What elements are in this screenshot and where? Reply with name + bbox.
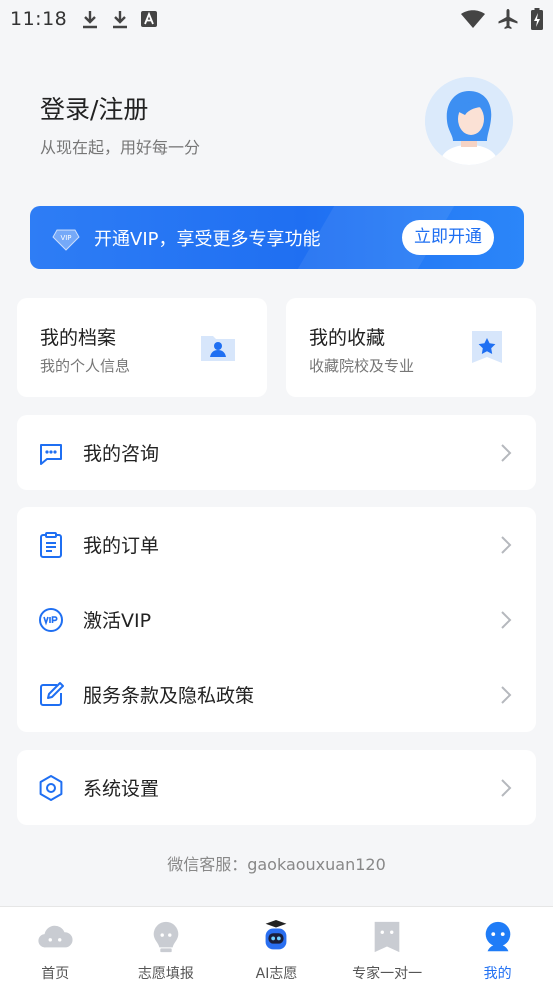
battery-icon (531, 8, 543, 30)
status-time: 11:18 (10, 8, 68, 30)
vip-banner-text: 开通VIP，享受更多专享功能 (94, 228, 321, 250)
avatar[interactable] (425, 77, 513, 165)
menu-label-consult: 我的咨询 (83, 443, 160, 465)
tab-label-ai-volunteer: AI志愿 (255, 966, 298, 982)
avatar-icon (425, 77, 513, 165)
menu-item-activate-vip[interactable]: 激活VIP (17, 582, 536, 657)
tab-home[interactable]: 首页 (0, 907, 111, 983)
chat-icon (40, 443, 62, 465)
font-icon (141, 11, 158, 27)
menu-label-settings: 系统设置 (83, 778, 160, 800)
tab-label-volunteer: 志愿填报 (137, 966, 194, 982)
vip-banner[interactable]: VIP 开通VIP，享受更多专享功能 立即开通 (30, 206, 524, 269)
svg-text:VIP: VIP (60, 234, 71, 242)
tab-label-expert: 专家一对一 (352, 966, 423, 982)
open-vip-button[interactable]: 立即开通 (402, 220, 494, 255)
tab-ai-volunteer[interactable]: AI志愿 (221, 907, 332, 983)
tab-mine[interactable]: 我的 (442, 907, 553, 983)
chevron-right-icon (501, 778, 512, 797)
clipboard-icon (40, 531, 62, 558)
menu-label-activate-vip: 激活VIP (83, 610, 152, 632)
status-bar: 11:18 (0, 0, 553, 38)
menu-item-terms[interactable]: 服务条款及隐私政策 (17, 657, 536, 732)
login-subtitle: 从现在起，用好每一分 (40, 138, 201, 157)
my-favorites-subtitle: 收藏院校及专业 (309, 357, 415, 375)
tab-volunteer[interactable]: 志愿填报 (111, 907, 222, 983)
menu-label-terms: 服务条款及隐私政策 (83, 685, 255, 707)
login-section[interactable]: 登录/注册 从现在起，用好每一分 (40, 90, 200, 158)
chevron-right-icon (501, 443, 512, 462)
menu-item-orders[interactable]: 我的订单 (17, 507, 536, 582)
chevron-right-icon (501, 535, 512, 554)
tab-expert[interactable]: 专家一对一 (332, 907, 443, 983)
edit-document-icon (40, 681, 64, 706)
download-icon (83, 11, 98, 29)
my-profile-title: 我的档案 (40, 327, 117, 349)
folder-user-icon (201, 336, 235, 361)
menu-item-settings[interactable]: 系统设置 (17, 750, 536, 825)
chevron-right-icon (501, 685, 512, 704)
wechat-service-text: 微信客服：gaokaouxuan120 (167, 855, 386, 874)
bottom-tab-bar: 首页 志愿填报 AI志愿 专家一对一 我的 (0, 906, 553, 983)
bookmark-icon (374, 921, 400, 953)
profile-icon (485, 921, 510, 952)
profile-page: 11:18 登录/注册 从现在起，用好每一分 VIP 开通VIP，享受更多专享功… (0, 0, 553, 983)
orders-group-card: 我的订单 激活VIP 服务条款及隐私政策 (17, 507, 536, 732)
robot-icon (266, 919, 287, 950)
my-favorites-title: 我的收藏 (309, 327, 386, 349)
star-bookmark-icon (472, 331, 502, 363)
vip-diamond-icon: VIP (52, 229, 80, 251)
login-register-title[interactable]: 登录/注册 (40, 90, 200, 126)
settings-hexagon-icon (39, 774, 63, 801)
menu-item-consult[interactable]: 我的咨询 (17, 415, 536, 490)
consult-card: 我的咨询 (17, 415, 536, 490)
download-icon (113, 11, 128, 29)
vip-icon (39, 607, 63, 632)
bulb-icon (153, 921, 179, 953)
my-favorites-card[interactable]: 我的收藏 收藏院校及专业 (286, 298, 536, 397)
wifi-icon (461, 10, 485, 28)
airplane-icon (498, 9, 518, 29)
tab-label-home: 首页 (41, 966, 70, 982)
settings-card: 系统设置 (17, 750, 536, 825)
chevron-right-icon (501, 610, 512, 629)
tab-label-mine: 我的 (483, 966, 512, 982)
cloud-icon (38, 925, 73, 948)
menu-label-orders: 我的订单 (83, 535, 160, 557)
my-profile-card[interactable]: 我的档案 我的个人信息 (17, 298, 267, 397)
my-profile-subtitle: 我的个人信息 (40, 357, 131, 375)
